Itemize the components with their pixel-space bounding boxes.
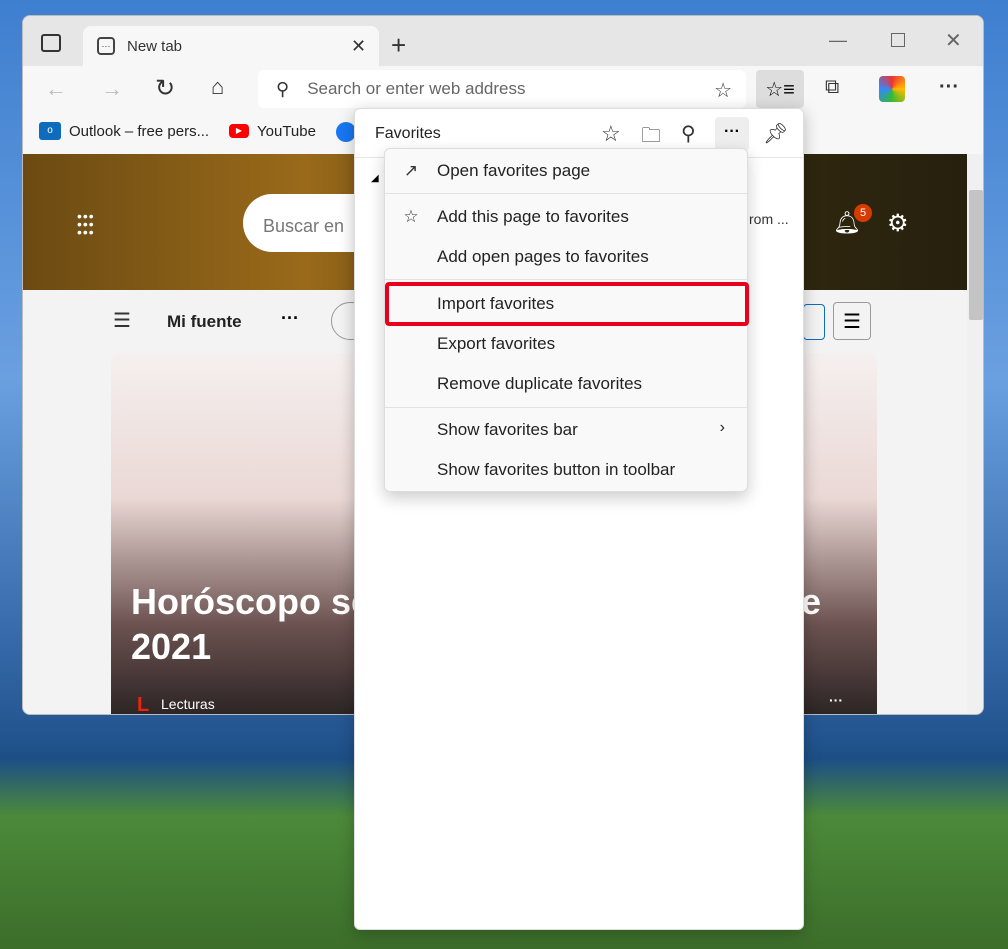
menu-item-remove-duplicates[interactable]: Remove duplicate favorites bbox=[385, 364, 747, 404]
home-icon[interactable]: ⌂ bbox=[211, 74, 224, 100]
menu-label: Export favorites bbox=[437, 334, 556, 353]
close-window-icon[interactable]: ✕ bbox=[945, 28, 962, 53]
list-view-button[interactable]: ☰ bbox=[833, 302, 871, 340]
extension-icon[interactable] bbox=[879, 76, 905, 102]
menu-label: Add this page to favorites bbox=[437, 207, 629, 226]
menu-item-add-open-pages[interactable]: Add open pages to favorites bbox=[385, 237, 747, 277]
menu-item-show-favorites-button[interactable]: Show favorites button in toolbar bbox=[385, 450, 747, 490]
close-tab-icon[interactable]: ✕ bbox=[351, 36, 366, 57]
search-icon: ⚲ bbox=[276, 78, 290, 99]
feed-more-icon[interactable]: ··· bbox=[281, 308, 299, 329]
forward-icon[interactable]: → bbox=[101, 76, 123, 102]
refresh-icon[interactable]: ↻ bbox=[155, 74, 175, 103]
address-input[interactable]: Search or enter web address bbox=[307, 79, 525, 99]
feed-title[interactable]: Mi fuente bbox=[167, 312, 242, 332]
menu-item-export-favorites[interactable]: Export favorites bbox=[385, 324, 747, 364]
favorites-title: Favorites bbox=[375, 125, 441, 142]
outlook-icon: o bbox=[39, 122, 61, 140]
tab-actions-icon[interactable] bbox=[41, 34, 61, 52]
collections-icon[interactable]: ⧉ bbox=[825, 76, 839, 99]
source-logo: L bbox=[137, 694, 150, 715]
search-favorites-icon[interactable]: ⚲ bbox=[681, 121, 696, 146]
menu-label: Remove duplicate favorites bbox=[437, 374, 643, 393]
bookmark-label: Outlook – free pers... bbox=[69, 122, 210, 140]
grid-view-button[interactable] bbox=[803, 304, 825, 340]
favorite-item-partial-text[interactable]: rom ... bbox=[749, 211, 789, 227]
tab-title: New tab bbox=[127, 37, 183, 55]
pin-icon[interactable]: 📌︎ bbox=[763, 121, 788, 146]
address-bar[interactable]: ⚲ Search or enter web address ☆ bbox=[258, 70, 746, 108]
settings-gear-icon[interactable]: ⚙ bbox=[887, 209, 909, 238]
menu-hamburger-icon[interactable]: ☰ bbox=[113, 308, 131, 333]
newtab-search-input[interactable]: Buscar en bbox=[263, 216, 344, 236]
favorites-icon: ☆≡ bbox=[765, 79, 795, 101]
bookmark-outlook[interactable]: o Outlook – free pers... bbox=[39, 116, 209, 146]
apps-grid-icon[interactable]: ••• ••• ••• bbox=[77, 209, 95, 239]
tab-strip: ··· New tab ✕ + — ✕ bbox=[23, 16, 983, 66]
menu-item-open-favorites-page[interactable]: ↗ Open favorites page bbox=[385, 151, 747, 191]
bookmark-youtube[interactable]: ▶ YouTube bbox=[229, 116, 316, 146]
maximize-icon[interactable] bbox=[891, 33, 905, 47]
favorites-button[interactable]: ☆≡ bbox=[756, 70, 804, 108]
divider bbox=[385, 407, 747, 408]
scrollbar[interactable] bbox=[967, 154, 983, 714]
card-source: Lecturas bbox=[161, 696, 215, 712]
divider bbox=[385, 279, 747, 280]
menu-label: Open favorites page bbox=[437, 161, 591, 180]
favorites-more-menu: ↗ Open favorites page ☆ Add this page to f… bbox=[384, 148, 749, 492]
card-more-icon[interactable]: ··· bbox=[829, 692, 843, 708]
card-title-fragment: e bbox=[801, 581, 822, 622]
menu-item-show-favorites-bar[interactable]: Show favorites bar › bbox=[385, 410, 747, 450]
new-tab-plus-icon[interactable]: + bbox=[391, 30, 406, 61]
add-favorite-icon[interactable]: ☆ bbox=[601, 121, 621, 147]
youtube-icon: ▶ bbox=[229, 124, 249, 138]
star-add-icon: ☆ bbox=[403, 207, 419, 226]
scrollbar-thumb[interactable] bbox=[969, 190, 983, 320]
menu-item-add-this-page[interactable]: ☆ Add this page to favorites bbox=[385, 197, 747, 237]
highlight-box bbox=[385, 282, 749, 326]
card-title-line2: 2021 bbox=[131, 626, 212, 667]
expand-arrow-icon[interactable]: ◢ bbox=[371, 173, 379, 184]
notification-badge: 5 bbox=[854, 204, 872, 222]
more-icon[interactable]: ··· bbox=[939, 76, 959, 99]
menu-label: Show favorites bar bbox=[437, 420, 578, 439]
new-tab-icon: ··· bbox=[97, 37, 115, 55]
add-favorite-star-icon[interactable]: ☆ bbox=[714, 78, 732, 103]
divider bbox=[385, 193, 747, 194]
minimize-icon[interactable]: — bbox=[829, 30, 847, 51]
menu-label: Add open pages to favorites bbox=[437, 247, 649, 266]
bookmark-label: YouTube bbox=[257, 122, 316, 140]
tab-new-tab[interactable]: ··· New tab ✕ bbox=[83, 26, 379, 66]
open-external-icon: ↗ bbox=[403, 161, 419, 180]
card-title[interactable]: Horóscopo se bbox=[131, 581, 371, 623]
back-icon[interactable]: ← bbox=[45, 76, 67, 102]
menu-label: Show favorites button in toolbar bbox=[437, 460, 676, 479]
more-options-button[interactable]: ··· bbox=[715, 117, 749, 151]
facebook-icon[interactable] bbox=[336, 122, 356, 142]
chevron-right-icon: › bbox=[719, 419, 725, 436]
